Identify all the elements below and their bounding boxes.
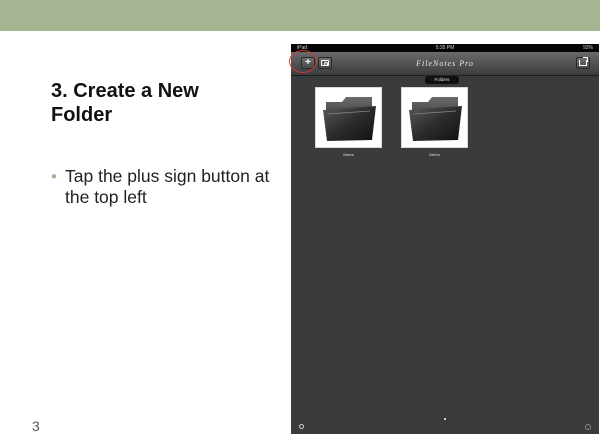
status-battery: 93% [582,45,593,51]
tab-folders[interactable]: Folders [425,76,459,84]
folder-item-demo[interactable]: Demo [399,87,470,160]
folder-icon [323,97,376,141]
app-nav-bar: + FileNotes Pro [291,52,599,76]
folder-item-notes[interactable]: Notes [313,87,384,160]
slide-number: 3 [32,418,40,434]
status-time: 5:35 PM [435,45,455,51]
folder-tile [315,87,382,148]
gear-icon[interactable] [585,424,591,430]
bullet-dot-icon: • [51,167,57,186]
ipad-screenshot: iPad 5:35 PM 93% + FileNotes Pro Folders [291,44,599,434]
folder-icon [409,97,462,141]
slide-header-bar [0,0,600,31]
status-bar: iPad 5:35 PM 93% [291,44,599,52]
slide: 3. Create a New Folder • Tap the plus si… [0,0,600,445]
info-icon[interactable] [299,424,304,429]
export-button[interactable] [576,57,590,69]
slide-title: 3. Create a New Folder [51,80,199,126]
bullet-list: • Tap the plus sign button at the top le… [49,166,274,208]
bullet-item: • Tap the plus sign button at the top le… [49,166,274,208]
folder-label: Notes [343,152,354,157]
app-title: FileNotes Pro [416,59,474,68]
highlight-circle-annotation [289,50,317,73]
folder-tile [401,87,468,148]
page-indicator-dot [444,418,446,420]
export-icon [579,57,588,66]
bullet-text: Tap the plus sign button at the top left [65,166,270,207]
folder-label: Demo [429,152,440,157]
